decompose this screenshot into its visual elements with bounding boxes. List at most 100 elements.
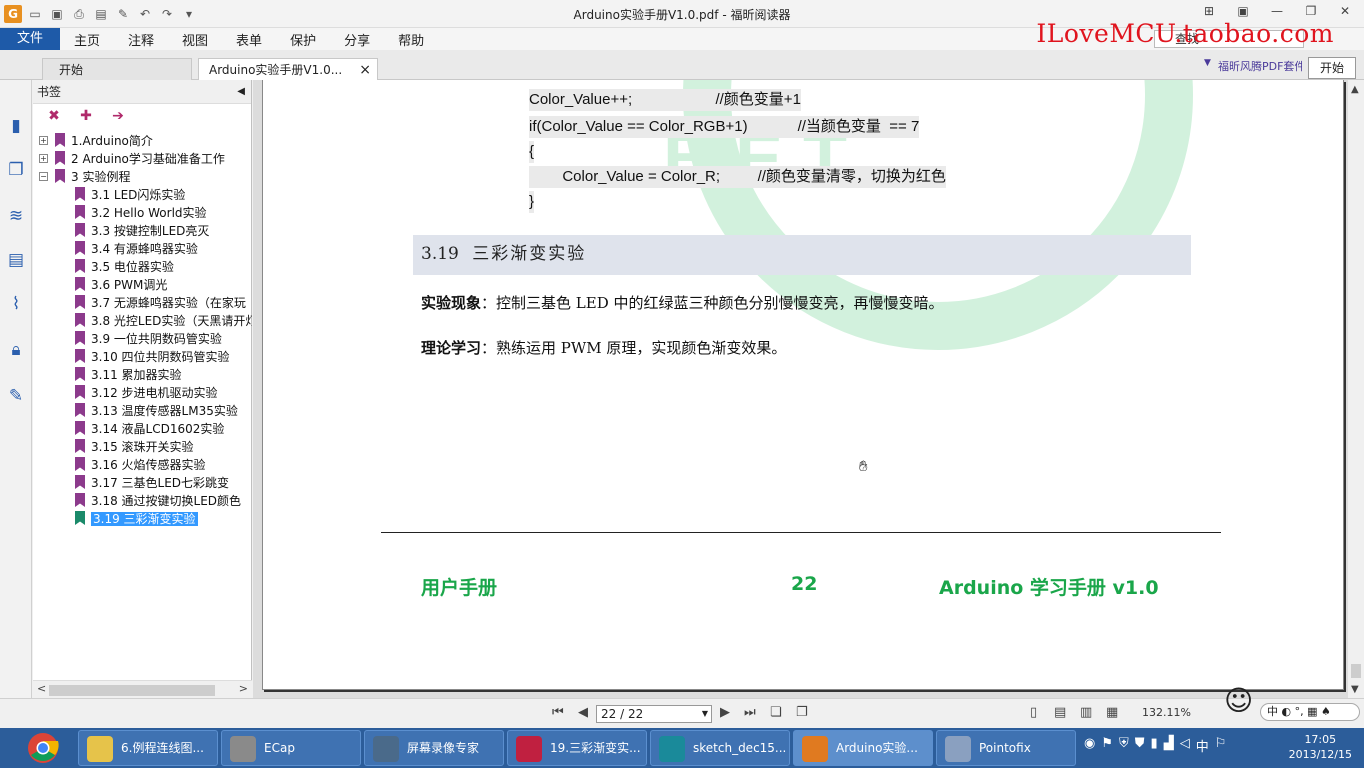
taskbar-button[interactable]: 6.例程连线图... bbox=[78, 730, 218, 766]
start-button[interactable]: 开始 bbox=[1308, 57, 1356, 79]
bookmark-horizontal-scrollbar[interactable]: < > bbox=[33, 680, 252, 698]
bookmark-label: 3.18 通过按键切换LED颜色 bbox=[91, 494, 242, 508]
delete-bookmark-icon[interactable]: ✖ bbox=[45, 108, 63, 124]
bookmark-item-content: 3.19 三彩渐变实验 bbox=[75, 510, 198, 528]
bookmark-flag-icon bbox=[75, 349, 85, 363]
menu-help[interactable]: 帮助 bbox=[384, 30, 438, 49]
clock-time: 17:05 bbox=[1304, 733, 1337, 746]
bookmark-label: 3.11 累加器实验 bbox=[91, 368, 182, 382]
zoom-level[interactable]: 132.11% bbox=[1142, 706, 1191, 719]
foxit-reader-window: G ▭ ▣ ⎙ ▤ ✎ ↶ ↷ ▾ Arduino实验手册V1.0.pdf - … bbox=[0, 0, 1364, 768]
tray-ime-indicator[interactable]: 中 bbox=[1196, 736, 1209, 755]
bookmark-label: 3.3 按键控制LED亮灭 bbox=[91, 224, 210, 238]
settings-icon[interactable]: ▣ bbox=[1232, 4, 1254, 18]
plugin-link[interactable]: ▼ 福昕风腾PDF套件 bbox=[1202, 58, 1302, 74]
taskbar-button[interactable]: Pointofix bbox=[936, 730, 1076, 766]
continuous-facing-icon[interactable]: ▦ bbox=[1106, 705, 1118, 720]
security-icon[interactable]: ⛨ bbox=[1119, 736, 1129, 755]
tab-start[interactable]: 开始 bbox=[42, 58, 192, 80]
scroll-thumb[interactable] bbox=[49, 685, 215, 696]
collapse-icon[interactable]: − bbox=[39, 172, 48, 181]
chevron-down-icon[interactable]: ▼ bbox=[702, 706, 708, 722]
ime-status-bar[interactable]: 中 ◐ °, ▦ ♠ bbox=[1260, 703, 1360, 721]
bookmark-item-content: 3.16 火焰传感器实验 bbox=[75, 456, 206, 474]
comments-panel-icon[interactable]: ▤ bbox=[6, 250, 26, 272]
minimize-button[interactable]: — bbox=[1266, 4, 1288, 18]
code-line: { bbox=[529, 141, 535, 163]
system-clock[interactable]: 17:05 2013/12/15 bbox=[1289, 732, 1352, 762]
first-page-icon[interactable]: ⏮ bbox=[552, 705, 564, 720]
page-number-value: 22 / 22 bbox=[601, 707, 644, 721]
bookmark-item-content: 3.12 步进电机驱动实验 bbox=[75, 384, 218, 402]
expand-icon[interactable]: + bbox=[39, 154, 48, 163]
menu-form[interactable]: 表单 bbox=[222, 30, 276, 49]
taskbar-button[interactable]: Arduino实验... bbox=[793, 730, 933, 766]
bookmark-label: 3.13 温度传感器LM35实验 bbox=[91, 404, 238, 418]
chrome-icon[interactable] bbox=[24, 729, 62, 767]
signature-panel-icon[interactable]: ✎ bbox=[6, 386, 26, 408]
bookmark-label: 3.1 LED闪烁实验 bbox=[91, 188, 186, 202]
menu-home[interactable]: 主页 bbox=[60, 30, 114, 49]
fullscreen-icon[interactable]: ⊞ bbox=[1198, 4, 1220, 18]
maximize-button[interactable]: ❐ bbox=[1300, 4, 1322, 18]
last-page-icon[interactable]: ⏭ bbox=[744, 705, 756, 720]
collapse-panel-icon[interactable]: ◀ bbox=[237, 80, 245, 104]
scroll-up-icon[interactable]: ▲ bbox=[1351, 84, 1359, 95]
document-vertical-scrollbar[interactable]: ▲ ▼ bbox=[1348, 80, 1364, 698]
menu-share[interactable]: 分享 bbox=[330, 30, 384, 49]
layers-panel-icon[interactable]: ≋ bbox=[6, 206, 26, 228]
close-button[interactable]: ✕ bbox=[1334, 4, 1356, 18]
scroll-thumb[interactable] bbox=[1351, 664, 1361, 678]
device-icon[interactable]: ▮ bbox=[1151, 736, 1158, 755]
bookmark-flag-icon bbox=[55, 151, 65, 165]
taskbar-button[interactable]: 19.三彩渐变实... bbox=[507, 730, 647, 766]
pages-panel-icon[interactable]: ❐ bbox=[6, 160, 26, 182]
page-number-input[interactable]: 22 / 22 ▼ bbox=[596, 705, 712, 723]
security-panel-icon[interactable]: 🔒︎ bbox=[6, 340, 26, 362]
previous-page-icon[interactable]: ◀ bbox=[578, 705, 588, 720]
bookmark-panel-icon[interactable]: ▮ bbox=[6, 116, 26, 138]
bookmark-flag-icon bbox=[75, 241, 85, 255]
tab-document[interactable]: Arduino实验手册V1.0... × bbox=[198, 58, 378, 80]
taskbar-button[interactable]: sketch_dec15... bbox=[650, 730, 790, 766]
continuous-page-icon[interactable]: ▤ bbox=[1054, 705, 1066, 720]
scroll-right-icon[interactable]: > bbox=[239, 682, 248, 695]
ime-toolbar[interactable]: ☺ 中 ◐ °, ▦ ♠ bbox=[1224, 681, 1360, 725]
goto-bookmark-icon[interactable]: ➔ bbox=[109, 108, 127, 124]
bookmark-label: 3.12 步进电机驱动实验 bbox=[91, 386, 218, 400]
facing-page-icon[interactable]: ▥ bbox=[1080, 705, 1092, 720]
menu-comment[interactable]: 注释 bbox=[114, 30, 168, 49]
qq-icon[interactable]: ◉ bbox=[1084, 736, 1095, 755]
close-tab-icon[interactable]: × bbox=[359, 59, 371, 81]
add-bookmark-icon[interactable]: ✚ bbox=[77, 108, 95, 124]
taskbar-button-label: sketch_dec15... bbox=[693, 741, 787, 755]
section-heading: 3.19 三彩渐变实验 bbox=[413, 235, 1191, 275]
expand-icon[interactable]: + bbox=[39, 136, 48, 145]
taskbar-button[interactable]: ECap bbox=[221, 730, 361, 766]
network-icon[interactable]: ⚑ bbox=[1101, 736, 1113, 755]
shield-icon[interactable]: ⛊ bbox=[1135, 736, 1145, 755]
document-view[interactable]: BET Color_Value++; //颜色变量+1 if(Color_Val… bbox=[253, 80, 1348, 698]
menu-view[interactable]: 视图 bbox=[168, 30, 222, 49]
menu-protect[interactable]: 保护 bbox=[276, 30, 330, 49]
bookmark-label: 3.10 四位共阴数码管实验 bbox=[91, 350, 230, 364]
menu-file[interactable]: 文件 bbox=[0, 28, 60, 50]
next-page-icon[interactable]: ▶ bbox=[720, 705, 730, 720]
section-title: 三彩渐变实验 bbox=[472, 244, 587, 264]
paste-icon[interactable]: ❐ bbox=[796, 705, 808, 720]
copy-icon[interactable]: ❏ bbox=[770, 705, 782, 720]
footer-divider bbox=[381, 532, 1221, 533]
attachments-panel-icon[interactable]: ⌇ bbox=[6, 294, 26, 316]
theory-label: 理论学习 bbox=[421, 339, 482, 357]
scroll-left-icon[interactable]: < bbox=[37, 682, 46, 695]
bookmark-flag-icon bbox=[75, 403, 85, 417]
hand-cursor-icon: ✋︎ bbox=[859, 457, 868, 475]
code-line: Color_Value = Color_R; //颜色变量清零，切换为红色 bbox=[529, 166, 946, 188]
ime-mascot-icon: ☺ bbox=[1224, 684, 1254, 717]
single-page-icon[interactable]: ▯ bbox=[1030, 705, 1037, 720]
taskbar-button[interactable]: 屏幕录像专家 bbox=[364, 730, 504, 766]
flag-icon[interactable]: ⚐ bbox=[1215, 736, 1227, 755]
signal-icon[interactable]: ▟ bbox=[1164, 736, 1174, 755]
bookmark-item-content: 3.3 按键控制LED亮灭 bbox=[75, 222, 209, 240]
volume-icon[interactable]: ◁ bbox=[1180, 736, 1190, 755]
